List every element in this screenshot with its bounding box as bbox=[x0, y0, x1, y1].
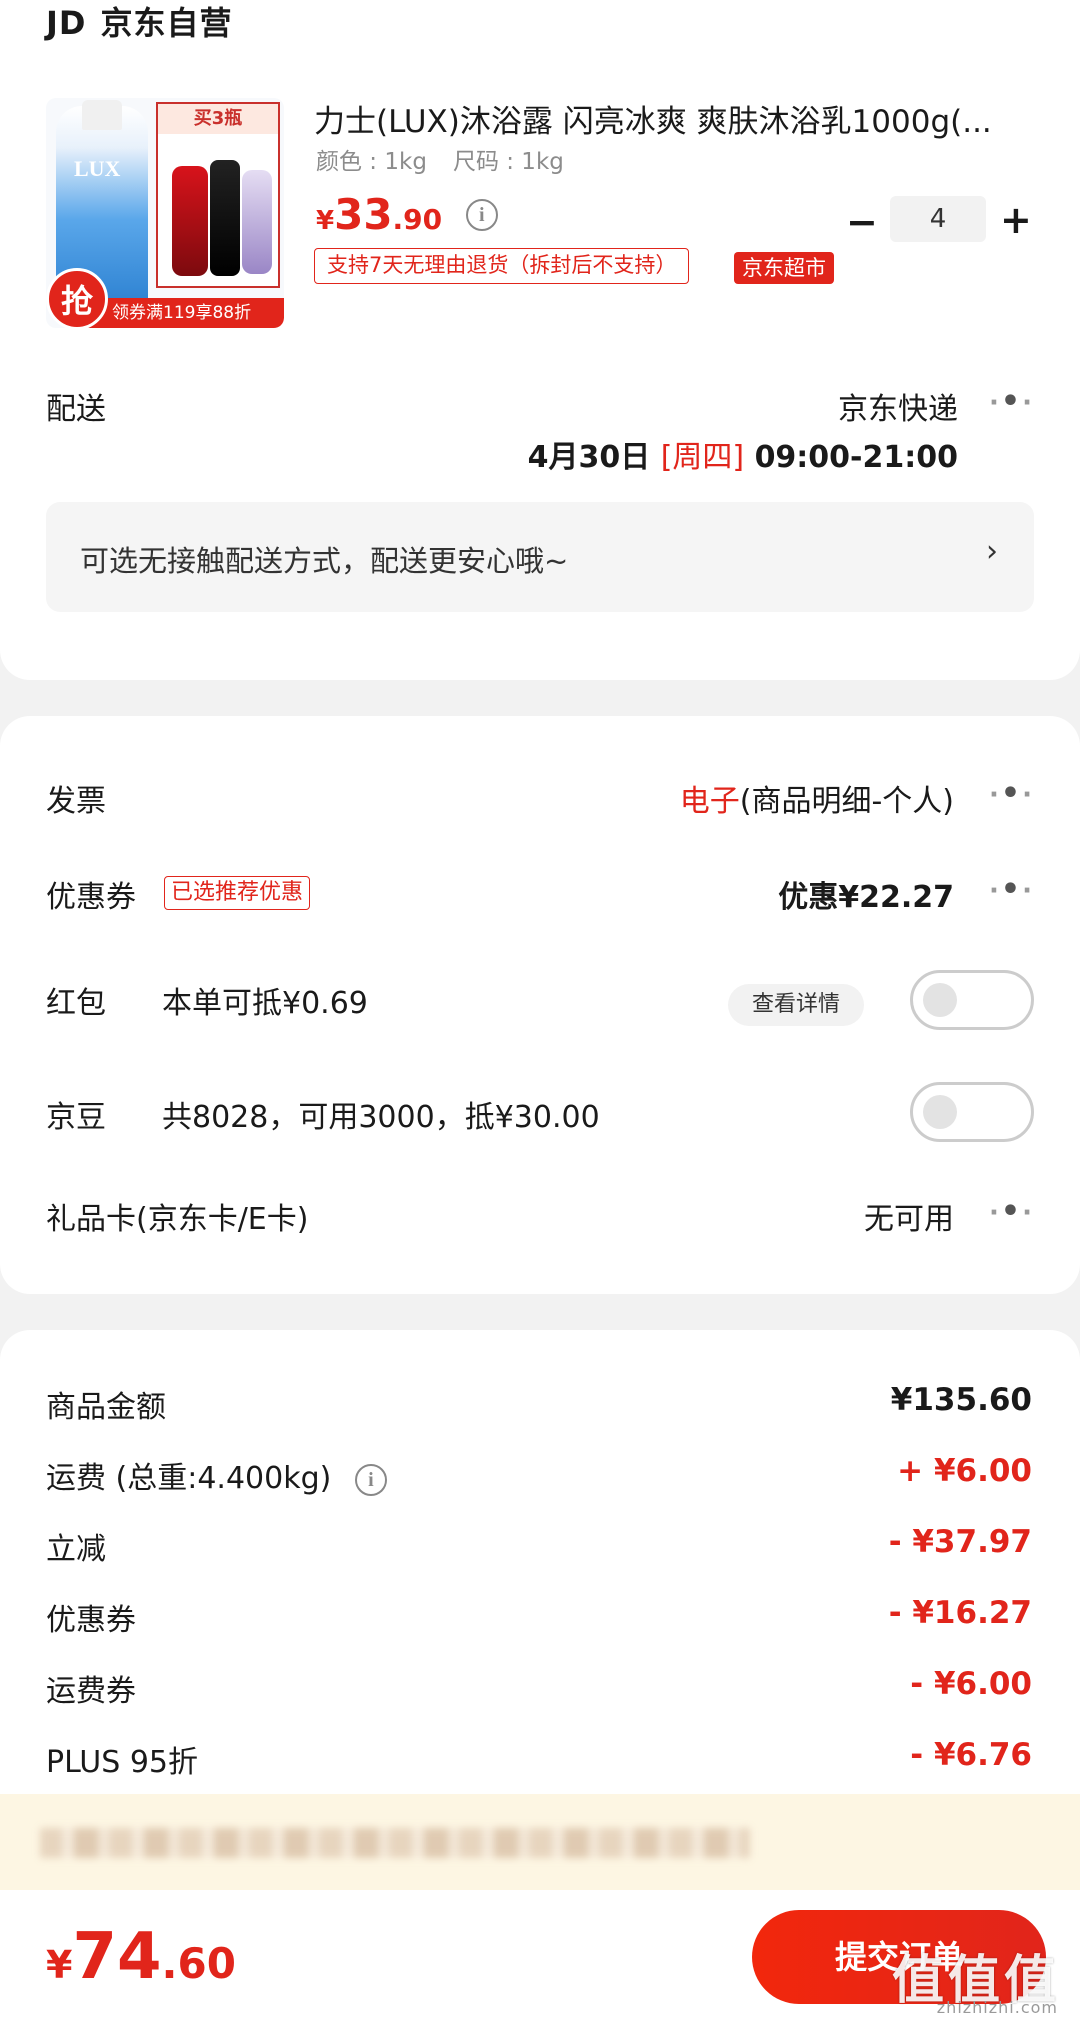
spec-color: 颜色 : 1kg bbox=[316, 149, 427, 175]
invoice-label: 发票 bbox=[46, 784, 106, 819]
delivery-time[interactable]: 4月30日 [周四] 09:00-21:00 bbox=[528, 432, 958, 476]
invoice-value[interactable]: 电子(商品明细-个人) bbox=[680, 776, 954, 820]
jingdou-desc: 共8028，可用3000，抵¥30.00 bbox=[162, 1100, 600, 1135]
gift-card-value[interactable]: 无可用 bbox=[864, 1194, 954, 1238]
promo-banner[interactable] bbox=[0, 1794, 1080, 1890]
summary-label-coupon: 优惠券 bbox=[46, 1603, 136, 1638]
contactless-text: 可选无接触配送方式，配送更安心哦~ bbox=[80, 544, 569, 578]
red-packet-toggle[interactable] bbox=[910, 970, 1034, 1030]
product-card: JD 京东自营 LUX 买3瓶 领券满119享88折 抢 力士(LUX)沐浴露 闪… bbox=[0, 0, 1080, 680]
contactless-delivery-option[interactable]: 可选无接触配送方式，配送更安心哦~ › bbox=[46, 502, 1034, 612]
jingdou-label: 京豆 bbox=[46, 1100, 106, 1135]
red-packet-label: 红包 bbox=[46, 986, 106, 1021]
shipping-info-icon[interactable]: i bbox=[354, 1464, 387, 1496]
image-coupon-strip: 领券满119享88折 bbox=[86, 298, 284, 328]
delivery-weekday: [周四] bbox=[660, 440, 745, 475]
summary-value-shipping: + ¥6.00 bbox=[897, 1453, 1032, 1489]
blurred-text bbox=[40, 1828, 750, 1858]
invoice-type: 电子 bbox=[679, 784, 740, 819]
promo-graphic: 买3瓶 bbox=[156, 102, 280, 288]
invoice-detail: (商品明细-个人) bbox=[739, 784, 954, 819]
summary-label-plus: PLUS 95折 bbox=[46, 1745, 199, 1780]
jingdou-toggle[interactable] bbox=[910, 1082, 1034, 1142]
store-header[interactable]: JD 京东自营 bbox=[46, 0, 232, 44]
coupon-more-icon[interactable]: ·•· bbox=[989, 872, 1034, 907]
grab-badge: 抢 bbox=[46, 268, 108, 328]
gift-card-label: 礼品卡(京东卡/E卡) bbox=[46, 1202, 309, 1237]
product-title[interactable]: 力士(LUX)沐浴露 闪亮冰爽 爽肤沐浴乳1000g(... bbox=[314, 96, 1034, 141]
summary-label-shipping: 运费 (总重:4.400kg) i bbox=[46, 1453, 387, 1497]
spec-size: 尺码 : 1kg bbox=[452, 149, 564, 175]
product-image[interactable]: LUX 买3瓶 领券满119享88折 抢 bbox=[46, 98, 284, 328]
quantity-plus-button[interactable]: + bbox=[1000, 198, 1032, 242]
return-policy-tag: 支持7天无理由退货（拆封后不支持） bbox=[314, 248, 690, 284]
red-packet-desc: 本单可抵¥0.69 bbox=[162, 986, 368, 1021]
store-name: 京东自营 bbox=[100, 4, 233, 42]
coupon-label: 优惠券 bbox=[46, 880, 136, 915]
coupon-recommended-tag: 已选推荐优惠 bbox=[164, 876, 311, 910]
quantity-minus-button[interactable]: − bbox=[846, 200, 878, 244]
delivery-window: 09:00-21:00 bbox=[754, 440, 958, 475]
product-spec[interactable]: 颜色 : 1kg 尺码 : 1kg bbox=[316, 142, 564, 176]
delivery-method[interactable]: 京东快递 bbox=[838, 384, 958, 428]
delivery-label: 配送 bbox=[46, 392, 106, 427]
summary-value-discount: - ¥37.97 bbox=[888, 1524, 1032, 1560]
summary-value-coupon: - ¥16.27 bbox=[888, 1595, 1032, 1631]
summary-value-plus: - ¥6.76 bbox=[910, 1737, 1032, 1773]
quantity-input[interactable]: 4 bbox=[890, 196, 986, 242]
summary-label-discount: 立减 bbox=[46, 1532, 106, 1567]
promo-text: 买3瓶 bbox=[158, 104, 278, 134]
invoice-more-icon[interactable]: ·•· bbox=[989, 776, 1034, 811]
options-card: 发票 电子(商品明细-个人) ·•· 优惠券 已选推荐优惠 优惠¥22.27 ·… bbox=[0, 716, 1080, 1294]
jd-supermarket-tag: 京东超市 bbox=[734, 252, 834, 284]
total-price: ¥74.60 bbox=[46, 1920, 236, 1994]
summary-label-goods: 商品金额 bbox=[46, 1390, 166, 1425]
summary-value-goods: ¥135.60 bbox=[890, 1382, 1032, 1418]
coupon-value[interactable]: 优惠¥22.27 bbox=[778, 872, 954, 916]
summary-label-shipping-coupon: 运费券 bbox=[46, 1674, 136, 1709]
price-info-icon[interactable]: i bbox=[465, 199, 498, 231]
product-price: ¥33.90 i bbox=[316, 190, 498, 239]
red-packet-detail-button[interactable]: 查看详情 bbox=[728, 984, 864, 1026]
gift-card-more-icon[interactable]: ·•· bbox=[989, 1194, 1034, 1229]
summary-value-shipping-coupon: - ¥6.00 bbox=[910, 1666, 1032, 1702]
jd-logo: JD bbox=[46, 4, 87, 42]
delivery-date: 4月30日 bbox=[527, 440, 651, 475]
site-watermark-url: zhizhizhi.com bbox=[936, 1998, 1058, 2017]
chevron-right-icon: › bbox=[986, 534, 998, 569]
delivery-more-icon[interactable]: ·•· bbox=[989, 384, 1034, 419]
